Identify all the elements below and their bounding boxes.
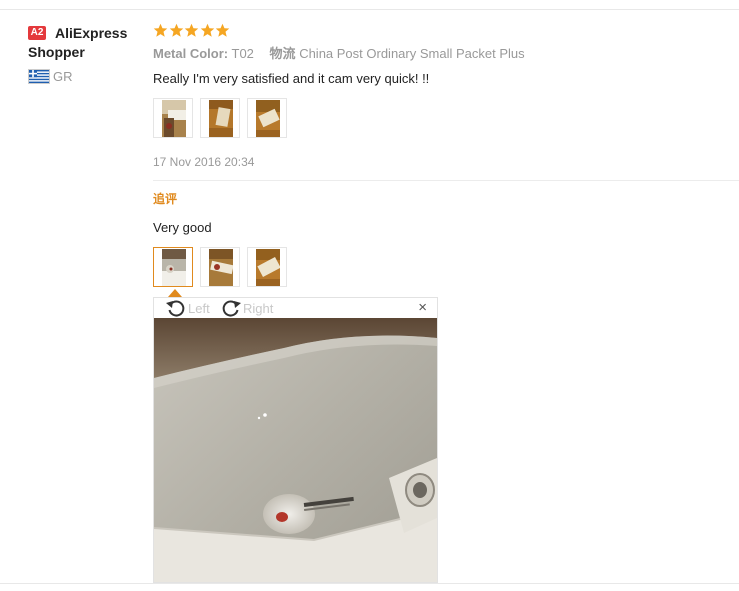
country-code: GR (53, 69, 73, 84)
bottom-divider (0, 583, 739, 584)
star-rating (153, 23, 231, 39)
star-icon (215, 23, 230, 37)
star-icon (153, 23, 168, 37)
shipping-label: 物流 (269, 46, 296, 61)
selected-thumb-pointer (168, 289, 182, 297)
rotate-left-label: Left (188, 300, 210, 316)
level-badge: A2 (28, 26, 46, 40)
metal-color-value: T02 (231, 46, 254, 61)
shipping-value: China Post Ordinary Small Packet Plus (299, 46, 525, 61)
photo-thumbnail-image (209, 249, 233, 286)
star-icon (169, 23, 183, 37)
star-icon (200, 23, 214, 37)
review-photo-thumb[interactable] (200, 98, 240, 138)
order-info: Metal Color: T02 物流 China Post Ordinary … (153, 46, 525, 62)
review-photo-thumb[interactable] (247, 98, 287, 138)
photo-thumbnail-image (162, 100, 186, 137)
additional-photo-thumb[interactable] (247, 247, 287, 287)
rotate-right-button[interactable]: Right (220, 298, 273, 318)
rotate-right-label: Right (243, 300, 274, 316)
product-photo-image (154, 318, 437, 582)
rotate-left-icon (166, 300, 185, 317)
review-photo-thumb[interactable] (153, 98, 193, 138)
divider (153, 180, 739, 181)
greece-flag-icon (28, 69, 50, 84)
photo-thumbnail-image (162, 249, 186, 286)
rotate-right-icon (222, 300, 241, 317)
metal-color-label: Metal Color: (153, 46, 229, 61)
rotate-left-button[interactable]: Left (165, 298, 210, 318)
enlarged-photo (154, 318, 437, 582)
top-divider (0, 9, 739, 10)
additional-feedback-text: Very good (153, 220, 212, 235)
image-viewer: Left Right × (153, 297, 438, 583)
star-icon (184, 23, 199, 37)
photo-thumbnail-image (256, 249, 280, 286)
photo-thumbnail-image (209, 100, 233, 137)
additional-photo-thumb-selected[interactable] (153, 247, 193, 287)
photo-thumbnail-image (256, 100, 280, 137)
additional-feedback-label: 追评 (153, 192, 178, 206)
additional-photo-thumb[interactable] (200, 247, 240, 287)
viewer-toolbar: Left Right × (154, 298, 437, 318)
close-viewer-button[interactable]: × (418, 300, 427, 316)
review-text: Really I'm very satisfied and it cam ver… (153, 71, 430, 86)
review-date: 17 Nov 2016 20:34 (153, 155, 255, 169)
